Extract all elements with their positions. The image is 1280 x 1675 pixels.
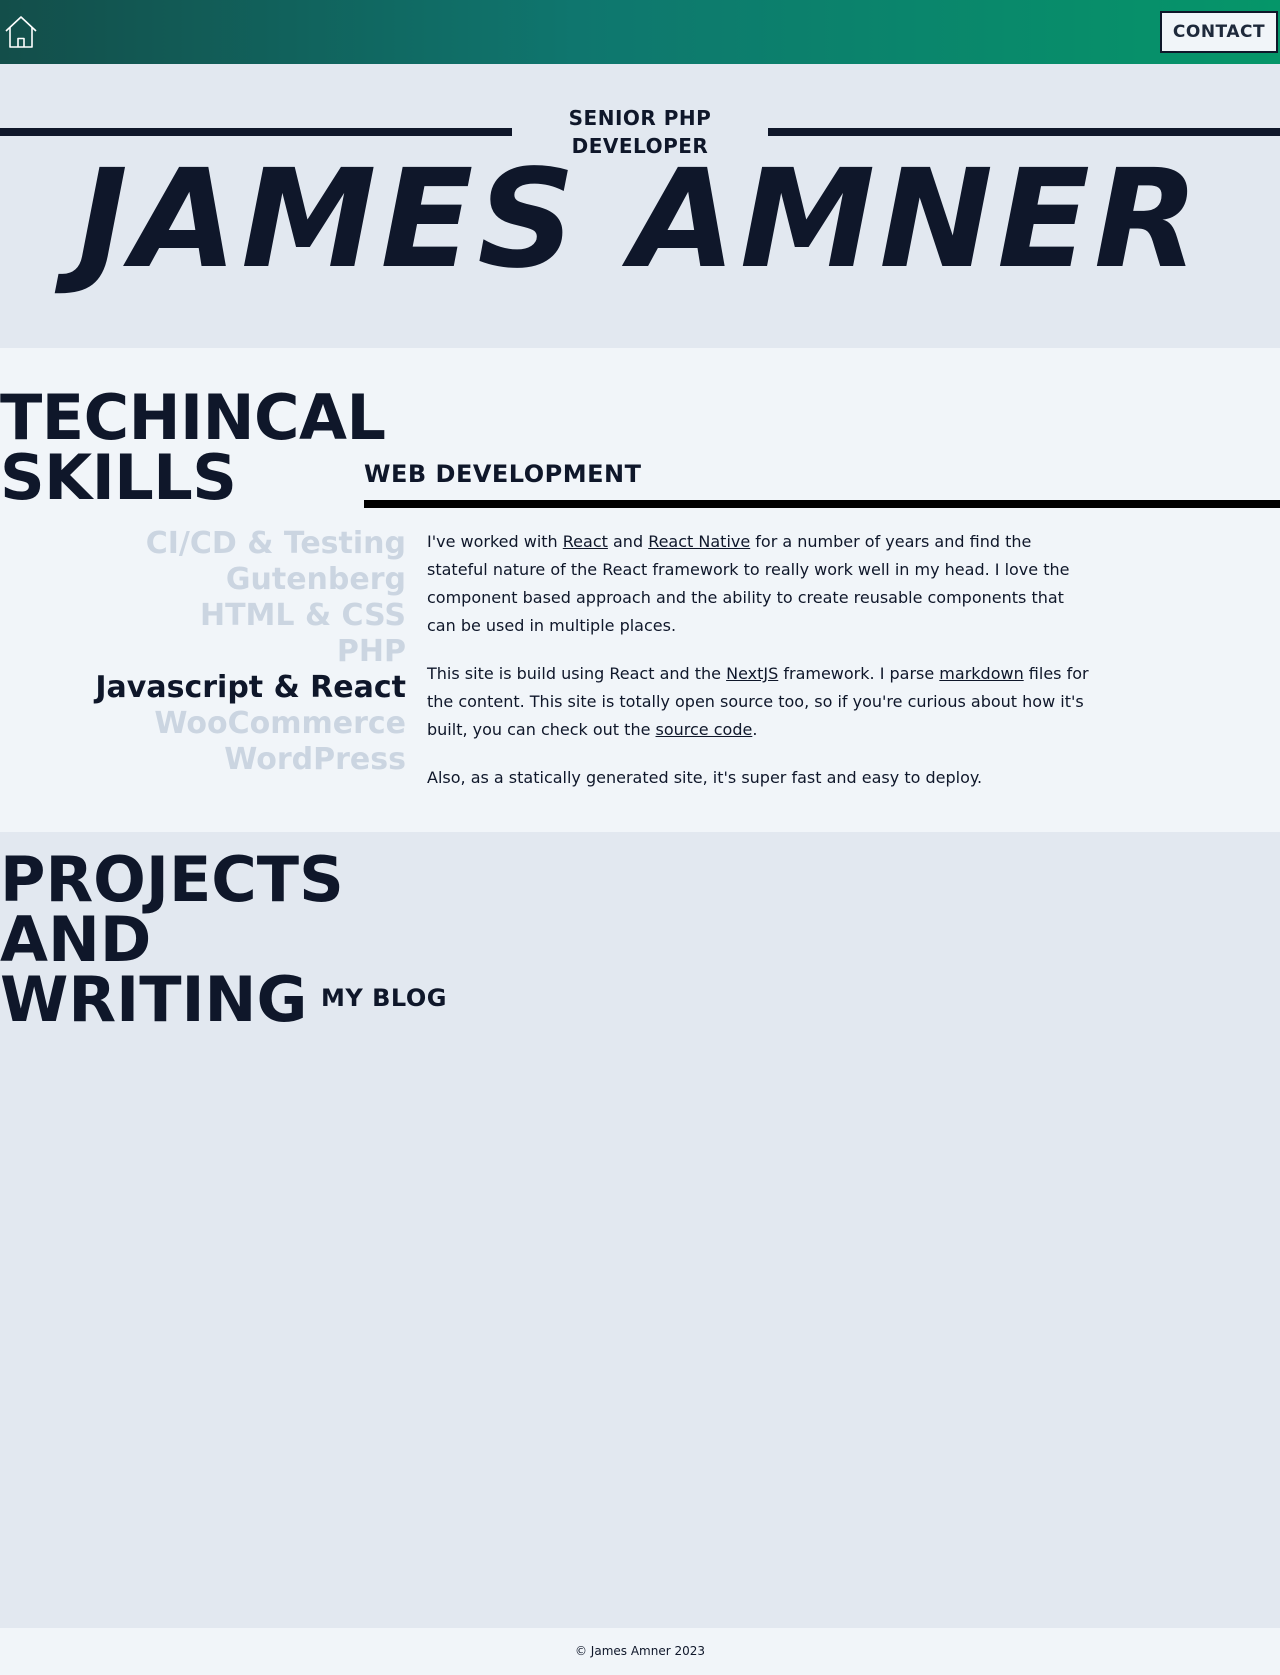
- text: and: [607, 532, 649, 551]
- home-icon[interactable]: [3, 14, 39, 50]
- text: This site is build using React and the: [427, 664, 727, 683]
- technical-skills-section: TECHINCAL SKILLS WEB DEVELOPMENT CI/CD &…: [0, 348, 1280, 832]
- hero-divider-left: [0, 128, 512, 136]
- skills-title-line-2: SKILLS: [0, 441, 237, 514]
- skill-description: I've worked with React and React Native …: [427, 528, 1097, 812]
- active-skill-heading: WEB DEVELOPMENT: [364, 460, 642, 488]
- skills-title: TECHINCAL SKILLS: [0, 381, 386, 514]
- copyright-text: © James Amner 2023: [574, 1644, 706, 1658]
- skill-paragraph-3: Also, as a statically generated site, it…: [427, 768, 983, 787]
- projects-section: PROJECTS AND WRITING MY BLOG: [0, 832, 1280, 1628]
- skill-item-javascript-react[interactable]: Javascript & React: [0, 670, 406, 706]
- text: .: [752, 720, 758, 739]
- skill-item-php[interactable]: PHP: [0, 634, 406, 670]
- projects-title-line-1: PROJECTS: [0, 843, 344, 916]
- projects-title-line-3: WRITING: [0, 963, 308, 1036]
- skill-paragraph-2: This site is build using React and the N…: [427, 660, 1097, 744]
- text: I've worked with: [427, 532, 563, 551]
- skill-item-html-css[interactable]: HTML & CSS: [0, 598, 406, 634]
- job-title-line-1: SENIOR PHP: [568, 106, 712, 130]
- skill-heading-divider: [364, 500, 1280, 508]
- skill-list: CI/CD & Testing Gutenberg HTML & CSS PHP…: [0, 526, 406, 778]
- skill-paragraph-1: I've worked with React and React Native …: [427, 528, 1097, 640]
- markdown-link[interactable]: markdown: [939, 664, 1023, 683]
- skills-title-line-1: TECHINCAL: [0, 381, 386, 454]
- footer: © James Amner 2023: [0, 1628, 1280, 1675]
- react-link[interactable]: React: [563, 532, 608, 551]
- skill-item-wordpress[interactable]: WordPress: [0, 742, 406, 778]
- nextjs-link[interactable]: NextJS: [726, 664, 778, 683]
- hero-section: SENIOR PHP DEVELOPER JAMES AMNER: [0, 64, 1280, 348]
- text: framework. I parse: [778, 664, 940, 683]
- top-navigation-bar: CONTACT: [0, 0, 1280, 64]
- projects-title: PROJECTS AND WRITING: [0, 843, 344, 1036]
- skill-item-gutenberg[interactable]: Gutenberg: [0, 562, 406, 598]
- skill-item-woocommerce[interactable]: WooCommerce: [0, 706, 406, 742]
- hero-name: JAMES AMNER: [77, 141, 1203, 299]
- blog-heading: MY BLOG: [321, 984, 447, 1012]
- hero-divider-right: [768, 128, 1280, 136]
- projects-title-line-2: AND: [0, 903, 152, 976]
- skill-item-ci-cd-testing[interactable]: CI/CD & Testing: [0, 526, 406, 562]
- contact-button[interactable]: CONTACT: [1160, 11, 1278, 53]
- source-code-link[interactable]: source code: [656, 720, 753, 739]
- react-native-link[interactable]: React Native: [648, 532, 750, 551]
